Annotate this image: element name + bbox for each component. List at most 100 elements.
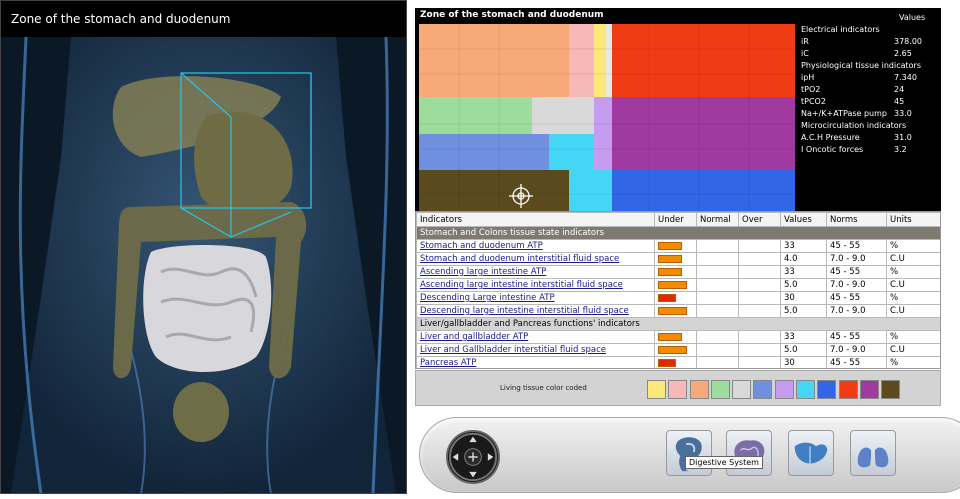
reading-label: A.C.H Pressure (801, 133, 860, 142)
col-under[interactable]: Under (654, 212, 697, 227)
norm-cell: 7.0 - 9.0 (826, 252, 887, 266)
reading-label: Microcirculation indicators (801, 121, 907, 130)
unit-cell: % (886, 291, 940, 305)
respiratory-system-button[interactable] (850, 430, 896, 476)
tooltip: Digestive System (685, 456, 763, 469)
normal-cell (696, 278, 739, 292)
section-row: Stomach and Colons tissue state indicato… (416, 226, 940, 240)
color-swatch (710, 380, 730, 399)
under-cell (654, 291, 697, 305)
system-toolbar: Digestive System (415, 413, 960, 499)
value-cell: 33 (780, 330, 827, 344)
level-bar (658, 280, 687, 289)
norm-cell: 45 - 55 (826, 239, 887, 253)
table-row[interactable]: Descending Large intestine ATP 30 45 - 55% (416, 291, 940, 305)
reading-label: tPO2 (801, 85, 821, 94)
col-indicators[interactable]: Indicators (416, 212, 655, 227)
level-bar (658, 345, 687, 354)
unit-cell: C.U (886, 278, 940, 292)
indicator-name[interactable]: Liver and gallbladder ATP (416, 330, 655, 344)
table-row[interactable]: Ascending large intestine ATP 33 45 - 55% (416, 265, 940, 279)
reading-label: iC (801, 49, 809, 58)
reading-value: 7.340 (894, 73, 917, 82)
table-row[interactable]: Pancreas ATP 30 45 - 55% (416, 356, 940, 368)
value-cell: 5.0 (780, 304, 827, 318)
under-cell (654, 252, 697, 266)
unit-cell: % (886, 265, 940, 279)
table-row[interactable]: Stomach and duodenum interstitial fluid … (416, 252, 940, 266)
color-swatch (668, 380, 688, 399)
value-cell: 5.0 (780, 278, 827, 292)
table-row[interactable]: Descending large intestine interstitial … (416, 304, 940, 318)
section-row: Liver/gallbladder and Pancreas functions… (416, 317, 940, 331)
unit-cell: C.U (886, 252, 940, 266)
reading-value: 2.65 (894, 49, 912, 58)
color-legend: Living tissue color coded (415, 370, 941, 406)
under-cell (654, 343, 697, 357)
under-cell (654, 265, 697, 279)
col-norms[interactable]: Norms (826, 212, 887, 227)
legend-swatches (647, 380, 903, 399)
normal-cell (696, 291, 739, 305)
reading-label: iR (801, 37, 809, 46)
normal-cell (696, 330, 739, 344)
section-title: Stomach and Colons tissue state indicato… (416, 226, 940, 240)
color-swatch (647, 380, 666, 399)
reading-value: 24 (894, 85, 905, 94)
norm-cell: 7.0 - 9.0 (826, 343, 887, 357)
norm-cell: 45 - 55 (826, 356, 887, 368)
over-cell (738, 304, 781, 318)
unit-cell: C.U (886, 304, 940, 318)
table-header: Indicators Under Normal Over Values Norm… (416, 212, 940, 227)
color-swatch (753, 380, 773, 399)
table-row[interactable]: Liver and gallbladder ATP 33 45 - 55% (416, 330, 940, 344)
over-cell (738, 239, 781, 253)
over-cell (738, 330, 781, 344)
unit-cell: % (886, 356, 940, 368)
reading-value: 45 (894, 97, 905, 106)
reading-label: tPCO2 (801, 97, 826, 106)
indicator-name[interactable]: Ascending large intestine interstitial f… (416, 278, 655, 292)
table-row[interactable]: Stomach and duodenum ATP 33 45 - 55% (416, 239, 940, 253)
col-over[interactable]: Over (738, 212, 781, 227)
col-normal[interactable]: Normal (696, 212, 739, 227)
navigation-wheel-icon[interactable] (446, 430, 500, 484)
over-cell (738, 278, 781, 292)
liver-button[interactable] (788, 430, 834, 476)
digestive-system-button[interactable] (666, 430, 712, 476)
color-swatch (859, 380, 879, 399)
over-cell (738, 291, 781, 305)
tissue-color-grid[interactable] (419, 24, 795, 214)
reading-value: 31.0 (894, 133, 912, 142)
norm-cell: 45 - 55 (826, 265, 887, 279)
indicator-name[interactable]: Descending Large intestine ATP (416, 291, 655, 305)
readings-list: Values Electrical indicators iR 378.00 iC… (801, 12, 939, 156)
indicator-name[interactable]: Pancreas ATP (416, 356, 655, 368)
indicator-name[interactable]: Ascending large intestine ATP (416, 265, 655, 279)
indicator-name[interactable]: Descending large intestine interstitial … (416, 304, 655, 318)
norm-cell: 7.0 - 9.0 (826, 304, 887, 318)
normal-cell (696, 356, 739, 368)
value-cell: 33 (780, 265, 827, 279)
table-row[interactable]: Ascending large intestine interstitial f… (416, 278, 940, 292)
toolbar-pill (419, 417, 960, 493)
col-values[interactable]: Values (780, 212, 827, 227)
indicator-name[interactable]: Stomach and duodenum interstitial fluid … (416, 252, 655, 266)
indicator-name[interactable]: Liver and Gallbladder interstitial fluid… (416, 343, 655, 357)
reading-label: Physiological tissue indicators (801, 61, 922, 70)
norm-cell: 7.0 - 9.0 (826, 278, 887, 292)
value-cell: 30 (780, 356, 827, 368)
table-row[interactable]: Liver and Gallbladder interstitial fluid… (416, 343, 940, 357)
col-units[interactable]: Units (886, 212, 940, 227)
indicator-name[interactable]: Stomach and duodenum ATP (416, 239, 655, 253)
liver-icon (794, 442, 828, 464)
nervous-system-button[interactable] (726, 430, 772, 476)
anatomy-3d-view[interactable] (1, 37, 406, 494)
over-cell (738, 265, 781, 279)
level-bar (658, 332, 682, 341)
reading-label: ipH (801, 73, 815, 82)
reading-label: Na+/K+ATPase pump (801, 109, 887, 118)
color-swatch (796, 380, 816, 399)
unit-cell: C.U (886, 343, 940, 357)
under-cell (654, 304, 697, 318)
